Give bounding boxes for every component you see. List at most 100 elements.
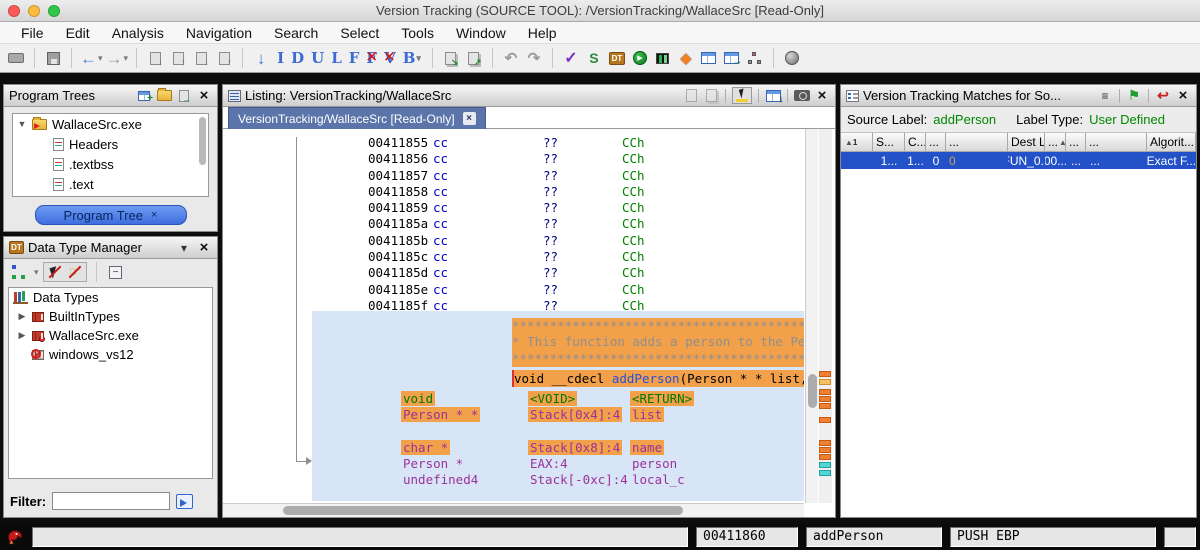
variable-row[interactable] (223, 424, 804, 440)
variable-row[interactable]: undefined4 Stack[-0xc]:4 local_c (223, 472, 804, 488)
copy-special-button-2[interactable]: ↓ (191, 47, 211, 69)
menu-item[interactable]: Search (263, 25, 329, 41)
change-marker[interactable] (819, 417, 831, 423)
collapse-all-button[interactable]: − (106, 261, 126, 283)
scrollbar-thumb[interactable] (808, 374, 817, 408)
disassembly-row[interactable]: 00411856 cc ?? CCh (368, 151, 645, 167)
forward-button[interactable]: →▾ (106, 47, 129, 69)
disassembly-row[interactable]: 0041185d cc ?? CCh (368, 265, 645, 281)
change-marker[interactable] (819, 470, 831, 476)
copy-special-button[interactable]: ↓ (145, 47, 165, 69)
forward-dropdown-icon[interactable]: ▾ (124, 53, 129, 64)
change-marker[interactable] (819, 440, 831, 446)
snapshot-button[interactable] (794, 88, 810, 104)
letter-action-button[interactable]: D (288, 49, 308, 67)
close-panel-button[interactable]: × (814, 88, 830, 104)
menu-item[interactable]: Edit (55, 25, 101, 41)
variable-row[interactable]: char * Stack[0x8]:4 name (223, 440, 804, 456)
variable-row[interactable]: Person * * Stack[0x4]:4 list (223, 407, 804, 423)
revert-button[interactable]: ↩ (1155, 88, 1171, 104)
tab-close-icon[interactable]: × (463, 112, 476, 125)
tree-item[interactable]: Headers (13, 134, 208, 154)
menu-item[interactable]: File (10, 25, 55, 41)
menu-item[interactable]: Select (329, 25, 390, 41)
disassembly-row[interactable]: 00411855 cc ?? CCh (368, 135, 645, 151)
open-tree-button[interactable] (156, 88, 172, 104)
column-header[interactable]: ... (1066, 133, 1086, 152)
column-header[interactable]: Dest La... (1008, 133, 1045, 152)
memory-button[interactable] (653, 47, 673, 69)
letter-action-button[interactable]: B▾ (400, 49, 424, 67)
menu-item[interactable]: Navigation (175, 25, 263, 41)
letter-action-button[interactable]: U (308, 49, 328, 67)
disassembly-row[interactable]: 0041185f cc ?? CCh (368, 298, 645, 314)
listing-header[interactable]: Listing: VersionTracking/WallaceSrc ↓ × (223, 85, 835, 107)
zoom-window-button[interactable] (48, 5, 60, 17)
import-tree-button[interactable]: → (176, 88, 192, 104)
column-header[interactable]: ... (1086, 133, 1147, 152)
program-trees-header[interactable]: Program Trees + → × (4, 85, 217, 107)
tree-item-root[interactable]: ▼ WallaceSrc.exe (13, 114, 208, 134)
menu-item[interactable]: Analysis (101, 25, 175, 41)
disassembly-row[interactable]: 00411859 cc ?? CCh (368, 200, 645, 216)
disassembly-row[interactable]: 0041185a cc ?? CCh (368, 216, 645, 232)
plate-comment[interactable]: ****************************************… (512, 318, 804, 367)
disassemble-button[interactable]: ↓ (251, 47, 271, 69)
tab-close-icon[interactable]: × (151, 209, 157, 221)
column-header[interactable]: ... (946, 133, 1008, 152)
expand-icon[interactable]: ▶ (17, 311, 27, 322)
close-window-button[interactable] (8, 5, 20, 17)
tree-item[interactable]: ▶ BuiltInTypes (9, 307, 212, 326)
tree-item[interactable]: windows_vs12 (9, 345, 212, 364)
panel-menu-button[interactable]: ▾ (176, 240, 192, 256)
disassembly-row[interactable]: 0041185b cc ?? CCh (368, 233, 645, 249)
match-row-selected[interactable]: 1...1...00FUN_0...00.........Exact F... (841, 152, 1196, 169)
overview-margin[interactable] (819, 129, 832, 503)
disable-hand-filter-button[interactable]: ☞ (66, 264, 84, 280)
run-button[interactable]: ▶ (630, 47, 650, 69)
collapse-icon[interactable]: ▼ (17, 119, 27, 129)
column-header[interactable]: ... ▲ 2 (1045, 133, 1066, 152)
column-header[interactable]: C... (905, 133, 926, 152)
close-panel-button[interactable]: × (196, 88, 212, 104)
scrollbar-thumb[interactable] (283, 506, 683, 515)
listing-view[interactable]: 00411855 cc ?? CCh 00411856 cc ?? CCh (223, 129, 804, 503)
column-header[interactable]: S... (873, 133, 905, 152)
change-marker[interactable] (819, 396, 831, 402)
call-tree-button[interactable] (745, 47, 765, 69)
change-marker[interactable] (819, 447, 831, 453)
validate-button[interactable]: ✓ (561, 47, 581, 69)
symbol-tree-button[interactable]: ◆ (676, 47, 696, 69)
close-panel-button[interactable]: × (196, 240, 212, 256)
menu-item[interactable]: Window (445, 25, 517, 41)
variable-row[interactable]: Person * EAX:4 person (223, 456, 804, 472)
disable-pointer-filter-button[interactable] (46, 264, 64, 280)
filter-options-icon[interactable] (176, 494, 193, 509)
program-tree-tab[interactable]: Program Tree × (35, 205, 187, 225)
listing-tab[interactable]: VersionTracking/WallaceSrc [Read-Only] × (228, 107, 486, 129)
change-marker[interactable] (819, 403, 831, 409)
column-header[interactable]: ▲ 1 (841, 133, 873, 152)
column-header[interactable]: ... (926, 133, 946, 152)
vertical-scrollbar[interactable] (805, 129, 818, 503)
letter-action-button[interactable]: L (328, 49, 346, 67)
paste-button[interactable] (703, 88, 719, 104)
close-panel-button[interactable]: × (1175, 88, 1191, 104)
save-button[interactable] (43, 47, 63, 69)
column-header[interactable]: Algorit... (1147, 133, 1196, 152)
function-signature[interactable]: void __cdecl addPerson(Person * * list, … (512, 370, 804, 387)
layout-button[interactable] (9, 261, 29, 283)
tool-window-icon[interactable] (6, 47, 26, 69)
auto-analysis-button[interactable]: S (584, 47, 604, 69)
letter-action-button[interactable]: I (274, 49, 288, 67)
table-view-button[interactable] (699, 47, 719, 69)
redo-button[interactable]: ↷ (524, 47, 544, 69)
variable-row[interactable]: void <VOID> <RETURN> (223, 391, 804, 407)
matches-table-body[interactable] (841, 169, 1196, 517)
change-marker[interactable] (819, 371, 831, 377)
letter-action-button[interactable]: V× (381, 49, 400, 67)
tree-item-root[interactable]: Data Types (9, 288, 212, 307)
paste-special-button[interactable]: ↑ (168, 47, 188, 69)
data-type-manager-button[interactable]: DT (607, 47, 627, 69)
layout-dropdown-icon[interactable]: ▾ (34, 267, 39, 278)
